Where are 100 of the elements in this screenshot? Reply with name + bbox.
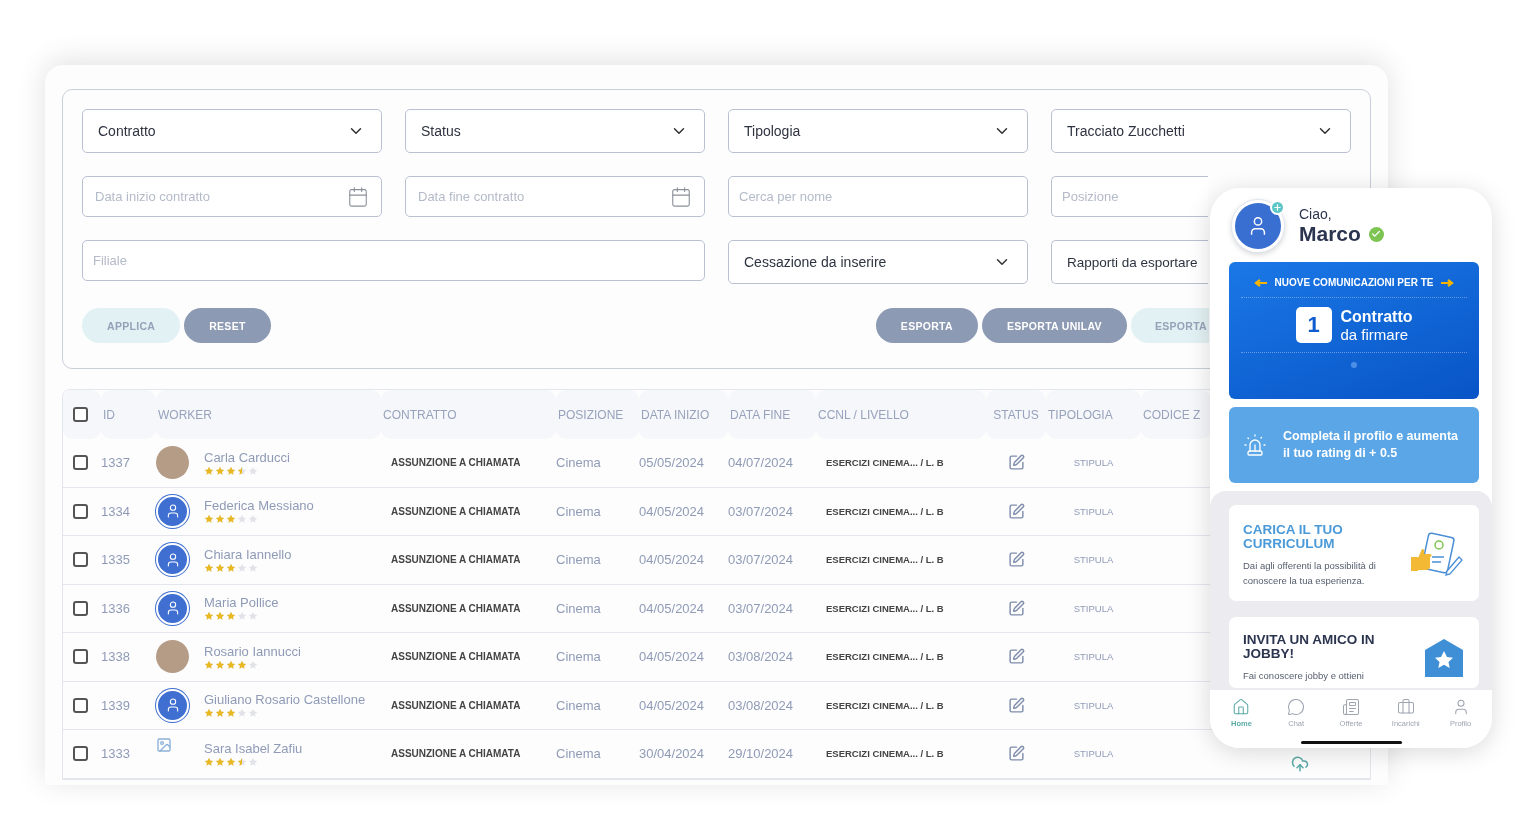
edit-icon[interactable] bbox=[1007, 696, 1025, 714]
input-field[interactable]: Cerca per nome bbox=[728, 176, 1028, 217]
type-cell: STIPULA bbox=[1073, 748, 1114, 760]
position-cell: Cinema bbox=[556, 503, 601, 519]
column-header: TIPOLOGIA bbox=[1046, 390, 1141, 439]
star-icon bbox=[226, 611, 236, 622]
date-cell: 04/07/2024 bbox=[728, 455, 794, 471]
checkbox[interactable] bbox=[73, 600, 88, 616]
date-cell: 03/07/2024 bbox=[728, 503, 794, 519]
contract-cell-text: ASSUNZIONE A CHIAMATA bbox=[390, 699, 521, 711]
checkbox[interactable] bbox=[73, 407, 88, 422]
select-field[interactable]: Rapporti da esportare bbox=[1051, 240, 1208, 284]
star-icon bbox=[215, 659, 225, 670]
select-field[interactable]: Contratto bbox=[82, 109, 382, 153]
id-cell: 1339 bbox=[101, 697, 130, 713]
checkbox[interactable] bbox=[73, 503, 88, 519]
column-header: CCNL / LIVELLO bbox=[816, 390, 986, 439]
checkbox[interactable] bbox=[73, 649, 88, 665]
export-button[interactable]: ESPORTA bbox=[1130, 308, 1209, 343]
checkbox[interactable] bbox=[73, 455, 88, 471]
ccnl-cell-text: ESERCIZI CINEMA... / L. B bbox=[825, 505, 944, 517]
input-field[interactable]: Posizione bbox=[1051, 176, 1208, 217]
star-icon bbox=[226, 756, 236, 767]
info-card[interactable]: CARICA IL TUO CURRICULUM Dai agli offerenti la possibilità di conoscere la tua esperienza. bbox=[1229, 505, 1479, 601]
cloud-upload-icon[interactable] bbox=[1291, 754, 1309, 773]
position-cell: Cinema bbox=[556, 552, 601, 568]
notification-banner[interactable]: NUOVE COMUNICAZIONI PER TE 1 Contratto da firmare bbox=[1229, 262, 1479, 399]
input-field[interactable]: Filiale bbox=[82, 240, 705, 281]
select-field[interactable]: Tracciato Zucchetti bbox=[1051, 109, 1351, 153]
filter-button[interactable]: APPLICA bbox=[82, 308, 181, 343]
date-cell: 05/05/2024 bbox=[639, 455, 705, 471]
select-field[interactable]: Cessazione da inserire bbox=[728, 240, 1028, 284]
calendar-icon bbox=[670, 185, 692, 208]
checkbox[interactable] bbox=[73, 697, 88, 713]
arrow-icon bbox=[1252, 278, 1267, 287]
banner-heading: Contratto bbox=[1340, 307, 1413, 326]
export-button[interactable]: ESPORTA bbox=[875, 308, 978, 343]
banner-subtitle: da firmare bbox=[1340, 325, 1410, 343]
star-icon bbox=[226, 708, 236, 719]
select-field[interactable]: Tipologia bbox=[728, 109, 1028, 153]
type-cell: STIPULA bbox=[1073, 602, 1114, 614]
checkbox[interactable] bbox=[73, 552, 88, 568]
contract-cell-text: ASSUNZIONE A CHIAMATA bbox=[390, 748, 521, 760]
photo-placeholder bbox=[156, 640, 189, 674]
edit-icon[interactable] bbox=[1007, 745, 1025, 763]
star-icon bbox=[215, 562, 225, 573]
type-cell: STIPULA bbox=[1073, 505, 1114, 517]
star-icon bbox=[248, 659, 258, 670]
date-field[interactable]: Data fine contratto bbox=[405, 176, 705, 217]
plus-icon[interactable] bbox=[1270, 200, 1285, 215]
date-cell: 03/07/2024 bbox=[728, 600, 794, 616]
column-header: DATA INIZIO bbox=[639, 390, 728, 439]
column-header: WORKER bbox=[156, 390, 381, 439]
star-icon bbox=[248, 611, 258, 622]
edit-icon[interactable] bbox=[1007, 454, 1025, 472]
star-icon bbox=[248, 708, 258, 719]
ccnl-cell-text: ESERCIZI CINEMA... / L. B bbox=[825, 457, 944, 469]
edit-icon[interactable] bbox=[1007, 599, 1025, 617]
star-icon bbox=[204, 659, 214, 670]
worker-name: Maria Pollice bbox=[204, 595, 279, 611]
star-icon bbox=[237, 562, 247, 573]
star-icon bbox=[215, 756, 225, 767]
star-icon bbox=[237, 659, 247, 670]
date-cell: 03/07/2024 bbox=[728, 552, 794, 568]
star-icon bbox=[226, 514, 236, 525]
export-button[interactable]: ESPORTA UNILAV bbox=[981, 308, 1127, 343]
edit-icon[interactable] bbox=[1007, 648, 1025, 666]
star-icon bbox=[237, 708, 247, 719]
star-icon bbox=[204, 562, 214, 573]
worker-name: Federica Messiano bbox=[204, 498, 314, 514]
star-icon bbox=[226, 465, 236, 476]
contract-cell-text: ASSUNZIONE A CHIAMATA bbox=[390, 505, 521, 517]
position-cell: Cinema bbox=[556, 455, 601, 471]
contract-cell-text: ASSUNZIONE A CHIAMATA bbox=[390, 602, 521, 614]
date-field[interactable]: Data inizio contratto bbox=[82, 176, 382, 217]
worker-name: Carla Carducci bbox=[204, 449, 290, 465]
filter-button[interactable]: RESET bbox=[184, 308, 271, 343]
date-cell: 04/05/2024 bbox=[639, 503, 705, 519]
date-input[interactable]: Data inizio contratto bbox=[93, 188, 347, 205]
worker-name: Chiara Iannello bbox=[204, 546, 292, 562]
worker-name: Sara Isabel Zafiu bbox=[204, 740, 303, 756]
column-header: ID bbox=[101, 390, 156, 439]
ccnl-cell-text: ESERCIZI CINEMA... / L. B bbox=[825, 554, 944, 566]
verified-icon bbox=[1368, 226, 1384, 242]
card-text: Fai conoscere jobby e ottieni bbox=[1243, 669, 1365, 684]
star-icon bbox=[204, 756, 214, 767]
select-field[interactable]: Status bbox=[405, 109, 705, 153]
star-icon bbox=[204, 708, 214, 719]
worker-name: Giuliano Rosario Castellone bbox=[204, 692, 366, 708]
date-input[interactable]: Data fine contratto bbox=[416, 188, 670, 205]
greeting: Ciao, bbox=[1299, 206, 1333, 222]
alarm-icon bbox=[1243, 433, 1267, 457]
promo-card[interactable]: Completa il profilo e aumenta il tuo rating di + 0.5 bbox=[1229, 407, 1479, 483]
edit-icon[interactable] bbox=[1007, 502, 1025, 520]
position-cell: Cinema bbox=[556, 600, 601, 616]
checkbox[interactable] bbox=[73, 746, 88, 762]
briefcase-icon bbox=[1396, 698, 1415, 716]
info-card[interactable]: INVITA UN AMICO IN JOBBY! Fai conoscere jobby e ottieni bbox=[1229, 616, 1479, 688]
ccnl-cell-text: ESERCIZI CINEMA... / L. B bbox=[825, 651, 944, 663]
edit-icon[interactable] bbox=[1007, 551, 1025, 569]
